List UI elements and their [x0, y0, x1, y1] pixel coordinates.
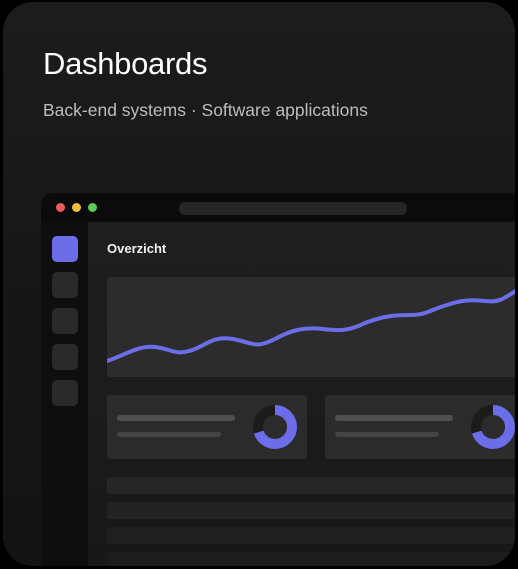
list-row — [107, 527, 515, 544]
list-row — [107, 477, 515, 494]
address-bar — [179, 202, 407, 215]
sidebar-item — [52, 308, 78, 334]
line-chart-panel — [107, 277, 515, 377]
window-titlebar — [41, 193, 515, 222]
card-subtitle: Back-end systems · Software applications — [43, 100, 368, 120]
stat-card-placeholder-line — [117, 432, 221, 437]
donut-chart-icon — [471, 405, 515, 449]
list-row — [107, 552, 515, 566]
sidebar-item-active — [52, 236, 78, 262]
donut-chart-icon — [253, 405, 297, 449]
app-window-mockup: Overzicht — [41, 193, 515, 566]
minimize-dot-icon — [72, 203, 81, 212]
dashboards-card[interactable]: Dashboards Back-end systems · Software a… — [3, 2, 515, 566]
stat-card-placeholder-line — [117, 415, 235, 421]
stat-card — [107, 395, 307, 459]
maximize-dot-icon — [88, 203, 97, 212]
card-title: Dashboards — [43, 46, 208, 81]
list-row — [107, 502, 515, 519]
stat-card — [325, 395, 515, 459]
page-heading: Overzicht — [107, 241, 167, 256]
stat-card-placeholder-line — [335, 415, 453, 421]
trend-line-chart — [107, 289, 515, 363]
sidebar-item — [52, 380, 78, 406]
sidebar-item — [52, 344, 78, 370]
app-main-area: Overzicht — [88, 222, 515, 566]
sidebar-item — [52, 272, 78, 298]
app-sidebar — [41, 222, 88, 566]
close-dot-icon — [56, 203, 65, 212]
stat-card-placeholder-line — [335, 432, 439, 437]
trend-line — [107, 289, 515, 363]
